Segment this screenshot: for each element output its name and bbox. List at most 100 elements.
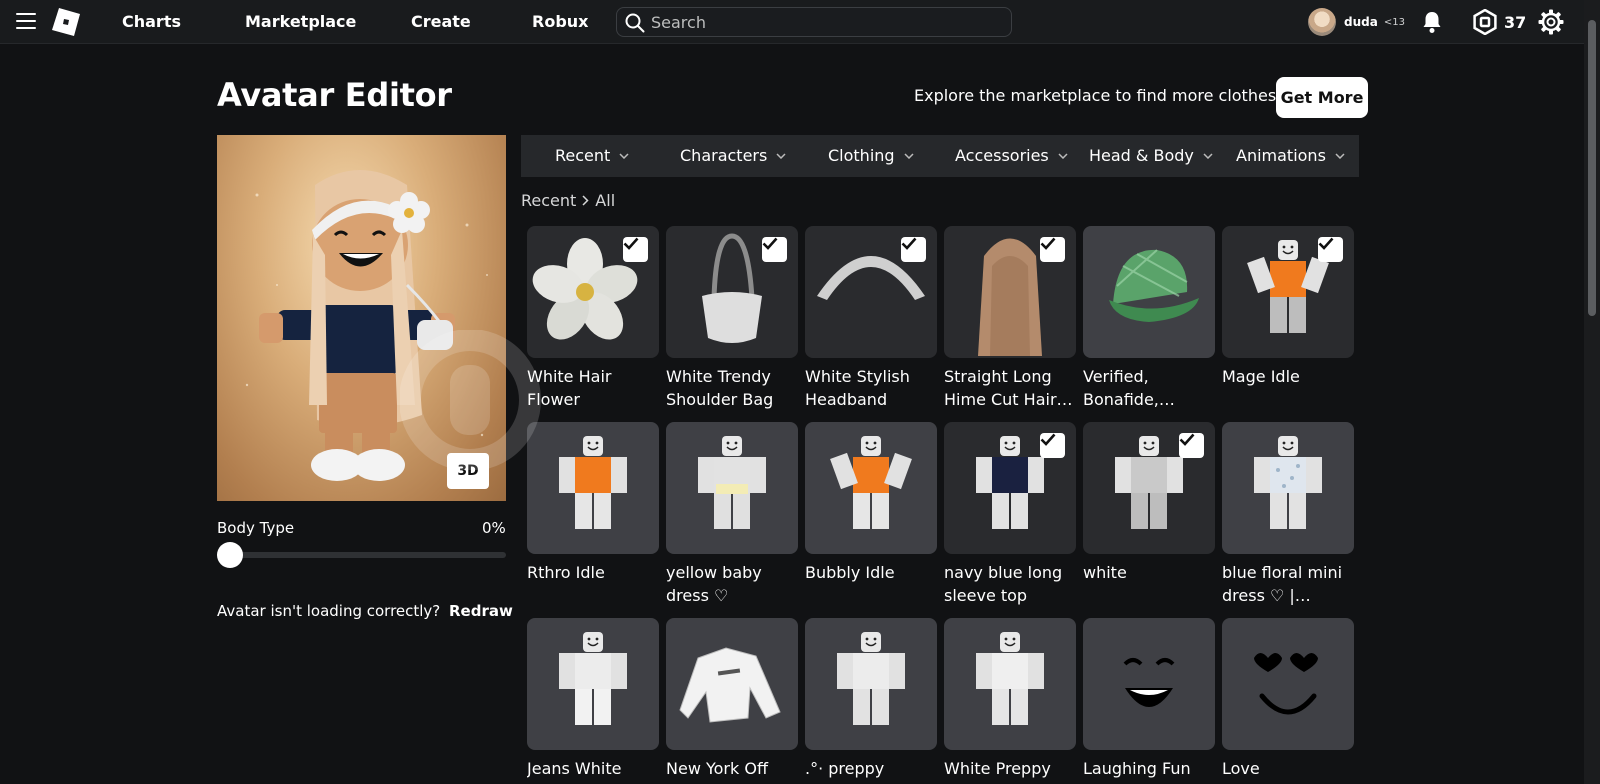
yellow-dress-icon <box>698 436 766 529</box>
chevron-down-icon <box>1335 152 1345 159</box>
redraw-link[interactable]: Redraw <box>449 602 513 620</box>
chevron-right-icon <box>582 195 589 206</box>
item-name: New York Off <box>666 759 768 778</box>
tab-clothing[interactable]: Clothing <box>828 146 914 165</box>
top-navigation-bar: Charts Marketplace Create Robux duda <13… <box>0 0 1584 44</box>
breadcrumb-all[interactable]: All <box>595 191 615 210</box>
laughing-face-icon <box>1123 658 1175 707</box>
category-tab-bar: Recent Characters Clothing Accessories H… <box>521 135 1359 177</box>
breadcrumb-recent[interactable]: Recent <box>521 191 576 210</box>
item-name: .°· preppy <box>805 759 885 778</box>
robux-balance[interactable]: 37 <box>1472 9 1526 35</box>
item-thumbnail <box>805 618 937 750</box>
checkmark-icon <box>1179 433 1204 458</box>
avatar-item-tile[interactable]: navy blue long sleeve top <box>944 422 1076 607</box>
avatar-item-tile[interactable]: Rthro Idle <box>527 422 659 607</box>
tab-animations[interactable]: Animations <box>1236 146 1345 165</box>
avatar-item-tile[interactable]: White Hair Flower <box>527 226 659 411</box>
item-name: Rthro Idle <box>527 563 605 582</box>
tab-label: Characters <box>680 146 768 165</box>
bubbly-idle-icon <box>830 436 912 529</box>
avatar-item-tile[interactable]: Verified, Bonafide,… <box>1083 226 1215 411</box>
avatar-figure <box>245 170 488 481</box>
robux-count: 37 <box>1504 12 1527 32</box>
avatar-item-tile[interactable]: White Stylish Headband <box>805 226 937 411</box>
chevron-down-icon <box>1203 152 1213 159</box>
gear-icon[interactable] <box>1538 9 1564 35</box>
avatar-item-tile[interactable]: Jeans White <box>527 618 659 784</box>
avatar-item-tile[interactable]: Love <box>1222 618 1354 784</box>
avatar-item-tile[interactable]: White Trendy Shoulder Bag <box>666 226 798 411</box>
jeans-white-icon <box>559 632 627 725</box>
avatar-item-tile[interactable]: Bubbly Idle <box>805 422 937 607</box>
tab-label: Head & Body <box>1089 146 1194 165</box>
body-type-label: Body Type <box>217 519 295 537</box>
chevron-down-icon <box>776 152 786 159</box>
3d-view-button[interactable]: 3D <box>447 453 489 489</box>
nav-link-charts[interactable]: Charts <box>122 12 181 31</box>
avatar-item-tile[interactable]: Laughing Fun <box>1083 618 1215 784</box>
tab-head-and-body[interactable]: Head & Body <box>1089 146 1213 165</box>
avatar-item-tile[interactable]: White Preppy <box>944 618 1076 784</box>
white-preppy-icon <box>976 632 1044 725</box>
tab-label: Accessories <box>955 146 1049 165</box>
rthro-idle-icon <box>559 436 627 529</box>
robux-icon <box>1473 9 1497 35</box>
body-type-slider-track[interactable] <box>217 552 506 558</box>
page-scrollbar[interactable] <box>1584 0 1600 784</box>
tab-label: Clothing <box>828 146 895 165</box>
tab-characters[interactable]: Characters <box>680 146 786 165</box>
tab-label: Animations <box>1236 146 1326 165</box>
item-thumbnail <box>1083 618 1215 750</box>
checkmark-icon <box>1318 237 1343 262</box>
item-name: White Preppy <box>944 759 1051 778</box>
item-thumbnail <box>805 422 937 554</box>
item-thumbnail <box>944 618 1076 750</box>
avatar-item-tile[interactable]: yellow baby dress ♡ bloxbur… <box>666 422 798 607</box>
avatar-item-tile[interactable]: New York Off <box>666 618 798 784</box>
item-thumbnail <box>666 618 798 750</box>
get-more-button[interactable]: Get More <box>1276 77 1368 118</box>
chevron-down-icon <box>1058 152 1068 159</box>
cap-icon <box>1109 249 1199 322</box>
body-type-value: 0% <box>482 519 506 537</box>
nav-link-create[interactable]: Create <box>411 12 471 31</box>
bell-icon[interactable] <box>1420 10 1444 34</box>
avatar-item-tile[interactable]: Mage Idle <box>1222 226 1354 411</box>
tab-accessories[interactable]: Accessories <box>955 146 1068 165</box>
item-thumbnail <box>944 422 1076 554</box>
item-name: White Trendy Shoulder Bag <box>666 367 774 409</box>
item-thumbnail <box>1083 226 1215 358</box>
item-thumbnail <box>666 226 798 358</box>
chevron-down-icon <box>904 152 914 159</box>
scrollbar-thumb[interactable] <box>1588 20 1596 316</box>
item-thumbnail <box>527 226 659 358</box>
nav-link-robux[interactable]: Robux <box>532 12 588 31</box>
search-input[interactable] <box>651 11 1001 33</box>
item-name: Mage Idle <box>1222 367 1300 386</box>
user-profile-link[interactable]: duda <13 <box>1308 8 1405 36</box>
item-thumbnail <box>1083 422 1215 554</box>
breadcrumb: Recent All <box>521 191 615 210</box>
item-thumbnail <box>527 422 659 554</box>
menu-icon[interactable] <box>16 13 36 29</box>
item-name: Straight Long Hime Cut Hair… <box>944 367 1073 409</box>
avatar-item-tile[interactable]: blue floral mini dress ♡ |… <box>1222 422 1354 607</box>
checkmark-icon <box>1040 237 1065 262</box>
avatar-item-tile[interactable]: Straight Long Hime Cut Hair… <box>944 226 1076 411</box>
item-name: navy blue long sleeve top <box>944 563 1063 605</box>
item-name: white <box>1083 563 1127 582</box>
roblox-logo-icon[interactable] <box>52 8 80 36</box>
nav-link-marketplace[interactable]: Marketplace <box>245 12 356 31</box>
chevron-down-icon <box>619 152 629 159</box>
item-name: White Stylish Headband <box>805 367 910 409</box>
avatar-item-tile[interactable]: .°· preppy <box>805 618 937 784</box>
tab-recent[interactable]: Recent <box>555 146 629 165</box>
body-type-slider-handle[interactable] <box>217 542 243 568</box>
username: duda <box>1344 15 1378 29</box>
avatar-preview[interactable] <box>217 135 506 501</box>
avatar-item-tile[interactable]: white <box>1083 422 1215 607</box>
item-thumbnail <box>1222 226 1354 358</box>
checkmark-icon <box>762 237 787 262</box>
item-name: White Hair Flower <box>527 367 612 409</box>
